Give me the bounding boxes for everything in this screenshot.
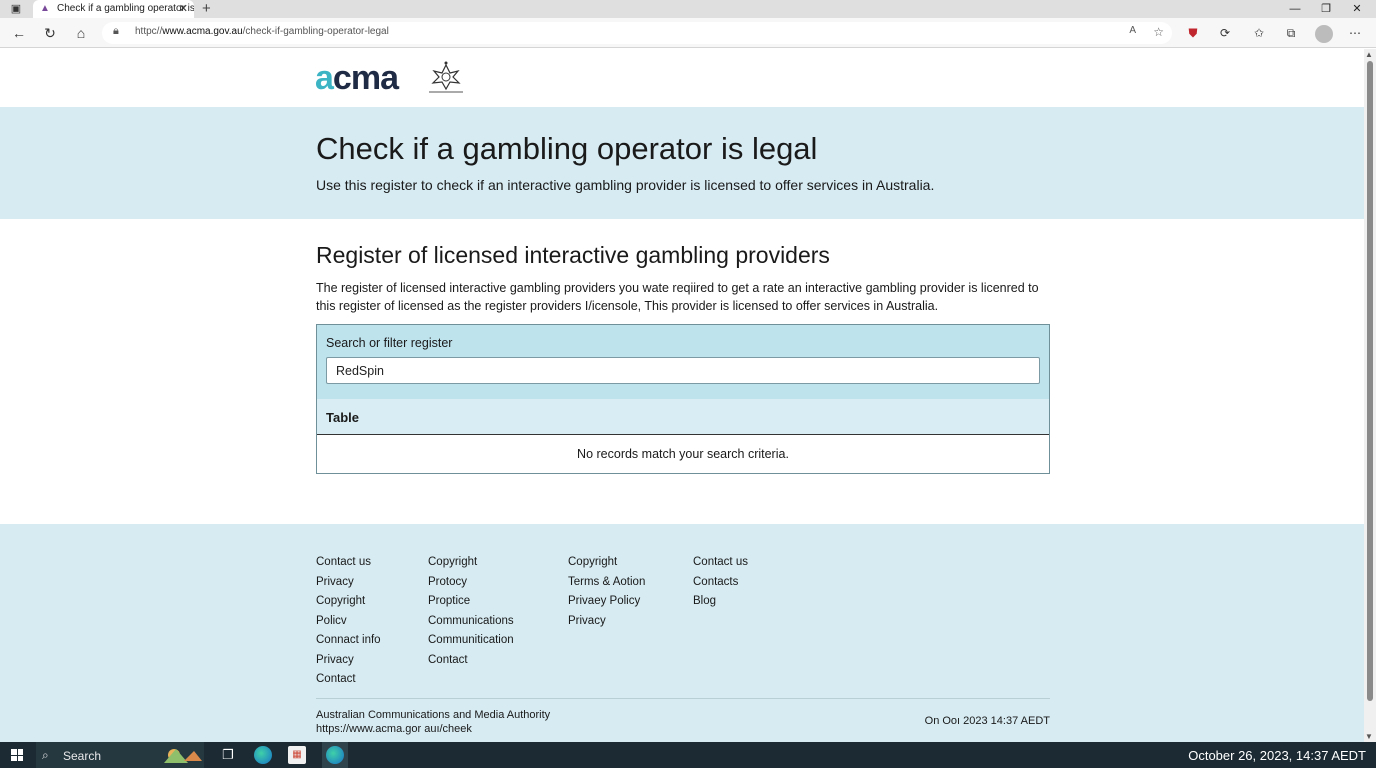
footer-column-4: Contact us Contacts Blog (693, 553, 748, 612)
windows-taskbar: ⌕ Search ❐ ▦ October 26, 2023, 14:37 AED… (0, 742, 1376, 768)
edge-active-icon (326, 746, 344, 764)
browser-tab-bar: ▣ ▲ Check if a gambling operator is lega… (0, 0, 1376, 18)
more-menu-icon[interactable]: ⋯ (1346, 24, 1364, 42)
scroll-down-icon[interactable]: ▼ (1365, 732, 1373, 741)
footer-link[interactable]: Contacts (693, 573, 748, 593)
organisation-name: Australian Communications and Media Auth… (316, 709, 551, 721)
page-scrollbar[interactable]: ▲ ▼ (1364, 49, 1376, 742)
footer-link[interactable]: Protocy (428, 573, 514, 593)
section-description: The register of licensed interactive gam… (316, 281, 1039, 313)
star-icon[interactable]: ☆ (1153, 25, 1164, 39)
table-heading: Table (326, 410, 359, 425)
footer-link[interactable]: Contact (316, 670, 381, 690)
footer-link[interactable]: Copyright (568, 553, 645, 573)
acma-favicon-icon: ▲ (40, 3, 50, 14)
browser-toolbar: ← ↻ ⌂ 🔒︎ httpc//www.acma.gov.au/check-if… (0, 18, 1376, 48)
footer-organisation: Australian Communications and Media Auth… (316, 708, 550, 736)
tab-title: Check if a gambling operator is legal (57, 3, 194, 14)
edge-browser-icon[interactable] (254, 746, 272, 764)
footer-column-3: Copyright Terms & Aotion Privaey Policy … (568, 553, 645, 631)
windows-start-icon[interactable] (11, 749, 23, 761)
url-text[interactable]: httpc//www.acma.gov.au/check-if-gambling… (135, 26, 389, 37)
footer-link[interactable]: Privaey Policy (568, 592, 645, 612)
back-arrow-icon[interactable]: ← (10, 24, 28, 42)
footer-link[interactable]: Contact us (693, 553, 748, 573)
hero-banner: Check if a gambling operator is legal Us… (0, 107, 1364, 219)
close-window-icon[interactable]: ✕ (1342, 0, 1372, 18)
footer-date: On Ooı 2023 14:37 AEDT (924, 715, 1050, 727)
search-highlight-illustration-icon (164, 749, 202, 763)
footer-link[interactable]: Communitication (428, 631, 514, 651)
tab-actions-icon[interactable]: ▣ (9, 2, 23, 16)
new-tab-icon[interactable]: + (202, 0, 211, 18)
extension-shield-icon[interactable]: ⛊ (1184, 24, 1202, 42)
footer-column-1: Contact us Privacy Copyright Policv Conn… (316, 553, 381, 690)
taskbar-clock[interactable]: October 26, 2023, 14:37 AEDT (1188, 748, 1366, 763)
page-viewport: acma Check if a gambling operator is leg… (0, 49, 1364, 742)
address-bar[interactable]: 🔒︎ httpc//www.acma.gov.au/check-if-gambl… (102, 22, 1172, 44)
task-view-icon[interactable]: ❐ (219, 746, 237, 764)
refresh-icon[interactable]: ↻ (41, 24, 59, 42)
taskbar-search-label: Search (63, 749, 102, 763)
search-label: Search or filter register (326, 336, 453, 350)
footer-link[interactable]: Communications (428, 612, 514, 632)
footer-link[interactable]: Proptice (428, 592, 514, 612)
site-footer: Contact us Privacy Copyright Policv Conn… (0, 524, 1364, 742)
sync-icon[interactable]: ⟳ (1216, 24, 1234, 42)
register-section: Register of licensed interactive gamblin… (316, 242, 1050, 315)
footer-link[interactable]: Copyright (316, 592, 381, 612)
footer-link[interactable]: Contact us (316, 553, 381, 573)
minimize-icon[interactable]: — (1280, 0, 1310, 18)
footer-link[interactable]: Privacy (568, 612, 645, 632)
footer-divider (316, 698, 1050, 699)
empty-results-message: No records match your search criteria. (577, 447, 789, 461)
maximize-icon[interactable]: ❐ (1311, 0, 1341, 18)
footer-link[interactable]: Copyright (428, 553, 514, 573)
footer-link[interactable]: Contact (428, 651, 514, 671)
acma-logo[interactable]: acma (315, 61, 463, 95)
footer-link[interactable]: Connact info (316, 631, 381, 651)
page-title: Check if a gambling operator is legal (316, 131, 818, 166)
collections-icon[interactable]: ⧉ (1282, 24, 1300, 42)
read-aloud-icon[interactable]: A (1129, 25, 1136, 36)
footer-column-2: Copyright Protocy Proptice Communication… (428, 553, 514, 670)
browser-tab-active[interactable]: ▲ Check if a gambling operator is legal … (33, 0, 194, 18)
section-title: Register of licensed interactive gamblin… (316, 242, 830, 268)
scroll-up-icon[interactable]: ▲ (1365, 50, 1373, 59)
footer-link[interactable]: Terms & Aotion (568, 573, 645, 593)
lock-icon[interactable]: 🔒︎ (113, 25, 119, 38)
logo-accent-letter: a (315, 59, 334, 97)
profile-avatar[interactable] (1315, 25, 1333, 43)
register-widget: Search or filter register Table No recor… (316, 324, 1050, 474)
favorites-icon[interactable]: ✩ (1250, 24, 1268, 42)
footer-link[interactable]: Privacy (316, 651, 381, 671)
logo-letters: cma (332, 59, 399, 97)
search-input[interactable] (326, 357, 1040, 384)
coat-of-arms-icon (429, 61, 463, 93)
page-subtitle: Use this register to check if an interac… (316, 177, 935, 193)
table-header: Table (317, 399, 1049, 435)
taskbar-search-box[interactable]: ⌕ Search (36, 742, 204, 768)
footer-link[interactable]: Blog (693, 592, 748, 612)
organisation-url[interactable]: https://www.acma.gor auı/cheek (316, 722, 550, 736)
footer-link[interactable]: Policv (316, 612, 381, 632)
register-search-panel: Search or filter register (317, 325, 1049, 399)
taskbar-active-app[interactable] (322, 742, 348, 768)
tab-close-icon[interactable]: ✕ (179, 0, 188, 18)
footer-link[interactable]: Privacy (316, 573, 381, 593)
home-icon[interactable]: ⌂ (72, 24, 90, 42)
search-icon: ⌕ (42, 748, 49, 762)
store-icon[interactable]: ▦ (288, 746, 306, 764)
scrollbar-thumb[interactable] (1367, 61, 1373, 701)
